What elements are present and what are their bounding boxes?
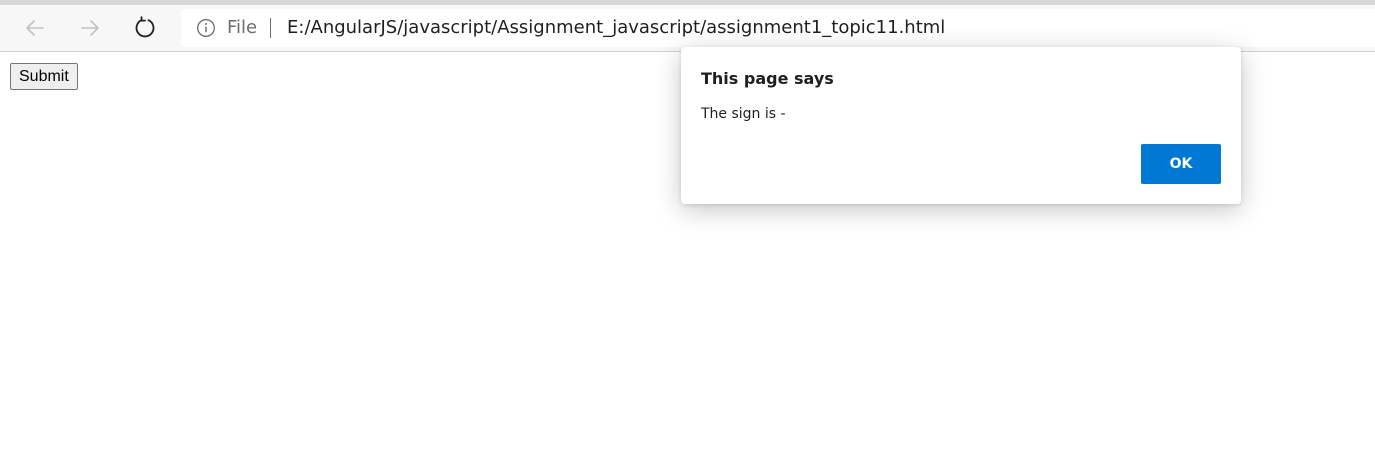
reload-button[interactable] (127, 10, 163, 46)
dialog-title: This page says (701, 69, 834, 88)
url-text[interactable]: E:/AngularJS/javascript/Assignment_javas… (287, 17, 945, 38)
info-icon[interactable] (196, 18, 216, 38)
alert-dialog: This page says The sign is - OK (681, 47, 1241, 204)
browser-window: File E:/AngularJS/javascript/Assignment_… (0, 0, 1375, 449)
address-separator (270, 18, 271, 38)
browser-toolbar: File E:/AngularJS/javascript/Assignment_… (0, 5, 1375, 52)
dialog-message: The sign is - (701, 106, 786, 122)
arrow-right-icon (81, 20, 99, 36)
reload-icon (135, 16, 155, 38)
forward-button[interactable] (72, 10, 108, 46)
submit-button[interactable]: Submit (10, 63, 78, 90)
scheme-label: File (227, 17, 258, 38)
arrow-left-icon (26, 20, 44, 36)
back-button[interactable] (17, 10, 53, 46)
ok-button[interactable]: OK (1141, 144, 1221, 184)
address-bar[interactable]: File E:/AngularJS/javascript/Assignment_… (181, 9, 1375, 47)
